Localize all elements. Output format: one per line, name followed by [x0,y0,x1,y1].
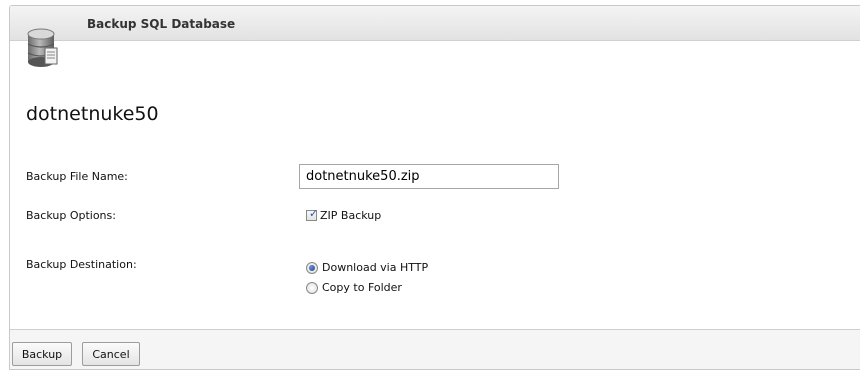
zip-backup-option[interactable]: ✓ ZIP Backup [306,207,382,222]
panel-title-bar: Backup SQL Database [10,6,860,41]
cancel-button[interactable]: Cancel [82,342,140,366]
database-icon [27,28,58,67]
backup-destination-label: Backup Destination: [26,258,137,271]
backup-options-label: Backup Options: [26,209,116,222]
backup-file-name-label: Backup File Name: [26,170,128,183]
destination-option-download[interactable]: Download via HTTP [306,261,428,274]
database-name: dotnetnuke50 [26,103,159,125]
destination-option-folder[interactable]: Copy to Folder [306,281,402,294]
zip-backup-checkbox[interactable]: ✓ [306,207,319,221]
copy-to-folder-radio[interactable] [306,281,318,294]
backup-panel: Backup SQL Database dotnetnuke50 Backup … [9,5,860,370]
copy-to-folder-label: Copy to Folder [322,281,402,294]
download-label: Download via HTTP [322,261,429,274]
download-radio[interactable] [306,261,318,274]
zip-backup-label: ZIP Backup [320,209,382,222]
checkmark-icon: ✓ [309,207,319,220]
panel-title: Backup SQL Database [87,17,236,31]
backup-button[interactable]: Backup [12,342,72,366]
button-bar: Backup Cancel [10,329,860,369]
backup-file-name-input[interactable] [299,164,559,189]
